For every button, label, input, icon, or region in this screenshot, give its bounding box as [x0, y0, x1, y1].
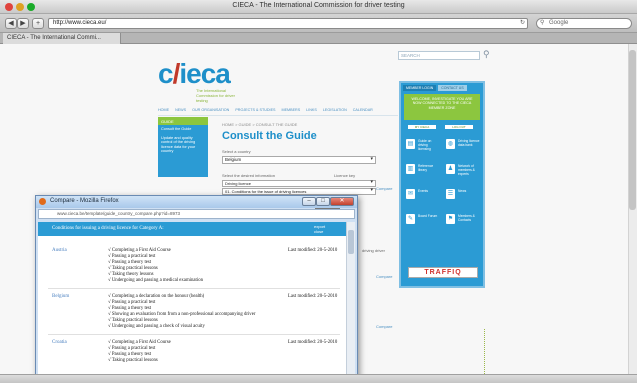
member-panel: MEMBER LOGIN CONTACT US WELCOME, INVESTI…: [399, 81, 485, 288]
country-select-label: Select a country: [222, 149, 251, 154]
tile-events[interactable]: ✉ Events: [404, 187, 441, 204]
compare-link[interactable]: Compare: [376, 274, 392, 279]
tile-forum[interactable]: ✎ Board Forum: [404, 212, 441, 229]
browser-toolbar: ◀ ▶ + http://www.cieca.eu/ ↻ Google ⚲: [0, 14, 637, 33]
nav-projects[interactable]: PROJECTS & STUDIES: [235, 108, 275, 115]
divider: [484, 329, 485, 374]
page-title: Consult the Guide: [222, 130, 317, 142]
requirements-list: √ Completing a declaration on the honour…: [108, 294, 256, 329]
sidebar-title: GUIDE: [158, 117, 208, 125]
last-modified: Last modified: 20-5-2010: [288, 340, 338, 345]
compare-popup-window: Compare - Mozilla Firefox – □ ✕ Maximise…: [35, 195, 358, 383]
breadcrumb: HOME > GUIDE > CONSULT THE GUIDE: [222, 122, 298, 127]
tile-news[interactable]: ☰ News: [444, 187, 481, 204]
my-cieca-button[interactable]: MY CIECA: [408, 125, 436, 129]
site-search-input[interactable]: SEARCH: [398, 51, 480, 60]
search-icon: ⚲: [540, 20, 545, 26]
traffiq-banner[interactable]: TRAFFIQ: [408, 267, 478, 278]
close-link[interactable]: close: [314, 229, 323, 234]
tile-library[interactable]: ▥ Reference library: [404, 162, 441, 179]
welcome-message: WELCOME, INVESTIGATE YOU ARE NOW CONNECT…: [404, 94, 480, 120]
country-belgium[interactable]: Belgium: [52, 294, 69, 299]
news-icon: ☰: [446, 189, 455, 199]
popup-minimize-button[interactable]: –: [302, 197, 316, 206]
nav-news[interactable]: NEWS: [175, 108, 186, 115]
search-field[interactable]: Google: [536, 18, 632, 29]
book-icon: ▥: [406, 164, 415, 174]
conditions-title: Conditions for issuing a driving licence…: [52, 226, 164, 231]
browser-titlebar: CIECA - The International Commission for…: [0, 0, 637, 14]
tab-cieca[interactable]: CIECA - The International Commi...: [3, 33, 121, 44]
nav-home[interactable]: HOME: [158, 108, 169, 115]
scrollbar-thumb[interactable]: [629, 50, 636, 210]
back-button[interactable]: ◀: [5, 18, 17, 29]
popup-title: Compare - Mozilla Firefox: [50, 198, 119, 204]
forum-icon: ✎: [406, 214, 415, 224]
forward-button[interactable]: ▶: [17, 18, 29, 29]
country-select[interactable]: Belgium: [222, 156, 376, 164]
people-icon: ♟: [446, 164, 455, 174]
nav-divider: [158, 115, 398, 116]
side-text: driving driver: [362, 248, 385, 253]
scrollbar-thumb[interactable]: [348, 230, 354, 254]
country-croatia[interactable]: Croatia: [52, 340, 67, 345]
popup-titlebar: Compare - Mozilla Firefox – □ ✕: [36, 196, 357, 208]
members-icon: ⚑: [446, 214, 455, 224]
tab-member-login[interactable]: MEMBER LOGIN: [403, 85, 437, 91]
popup-scrollbar[interactable]: [346, 222, 355, 382]
page-scrollbar[interactable]: [628, 44, 637, 374]
comparison-list: Austria √ Completing a First Aid Course …: [38, 236, 346, 382]
guide-sidebar: GUIDE Consult the Guide Update and quali…: [158, 117, 208, 177]
requirements-list: √ Completing a First Aid Course √ Passin…: [108, 340, 171, 363]
conditions-header: Conditions for issuing a driving licence…: [38, 222, 346, 236]
nav-links[interactable]: LINKS: [306, 108, 317, 115]
entry-divider: [48, 334, 340, 335]
popup-maximize-button[interactable]: □: [316, 197, 330, 206]
tile-members[interactable]: ⚑ Members & Contacts: [444, 212, 481, 229]
info-key-link[interactable]: Licence key: [334, 173, 355, 178]
tile-guide[interactable]: ▤ Guide on driving licensing: [404, 137, 441, 154]
address-bar[interactable]: http://www.cieca.eu/: [48, 18, 528, 29]
nav-calendar[interactable]: CALENDAR: [353, 108, 373, 115]
requirements-list: √ Completing a First Aid Course √ Passin…: [108, 248, 203, 283]
tile-databank[interactable]: ◍ Driving licence data bank: [444, 137, 481, 154]
conditions-select[interactable]: 01. Conditions for the issue of driving …: [222, 188, 376, 195]
tab-bar: CIECA - The International Commi...: [0, 33, 637, 44]
last-modified: Last modified: 20-5-2010: [288, 294, 338, 299]
add-bookmark-button[interactable]: +: [32, 18, 44, 29]
event-icon: ✉: [406, 189, 415, 199]
entry-divider: [48, 288, 340, 289]
top-navigation: HOME NEWS OUR ORGANISATION PROJECTS & ST…: [158, 108, 398, 115]
popup-address-bar[interactable]: www.cieca.be/template/guide_country_comp…: [38, 209, 355, 219]
compare-link[interactable]: Compare: [376, 186, 392, 191]
tab-contact[interactable]: CONTACT US: [438, 85, 467, 91]
status-bar: [0, 374, 637, 383]
document-icon: ▤: [406, 139, 415, 149]
last-modified: Last modified: 20-5-2010: [288, 248, 338, 253]
info-label: Select the desired information: [222, 173, 275, 178]
nav-organisation[interactable]: OUR ORGANISATION: [192, 108, 229, 115]
tile-network[interactable]: ♟ Network of members & experts: [444, 162, 481, 179]
licence-select[interactable]: Driving licence: [222, 180, 376, 187]
popup-close-button[interactable]: ✕: [330, 197, 354, 206]
country-austria[interactable]: Austria: [52, 248, 67, 253]
tab-label: CIECA - The International Commi...: [7, 35, 101, 41]
sidebar-item-consult[interactable]: Consult the Guide: [158, 125, 208, 134]
window-title: CIECA - The International Commission for…: [232, 2, 405, 9]
search-icon[interactable]: ⚲: [483, 49, 490, 60]
reload-icon[interactable]: ↻: [520, 19, 525, 26]
compare-link[interactable]: Compare: [376, 324, 392, 329]
nav-members[interactable]: MEMBERS: [282, 108, 301, 115]
nav-legislation[interactable]: LEGISLATION: [323, 108, 347, 115]
logout-button[interactable]: LOG OUT: [445, 125, 473, 129]
sidebar-item-update[interactable]: Update and quality control of the drivin…: [158, 134, 208, 156]
cieca-logo[interactable]: c/ieca: [158, 58, 231, 90]
firefox-icon: [39, 198, 46, 205]
tagline: The International Commission for driver …: [196, 88, 235, 103]
globe-icon: ◍: [446, 139, 455, 149]
